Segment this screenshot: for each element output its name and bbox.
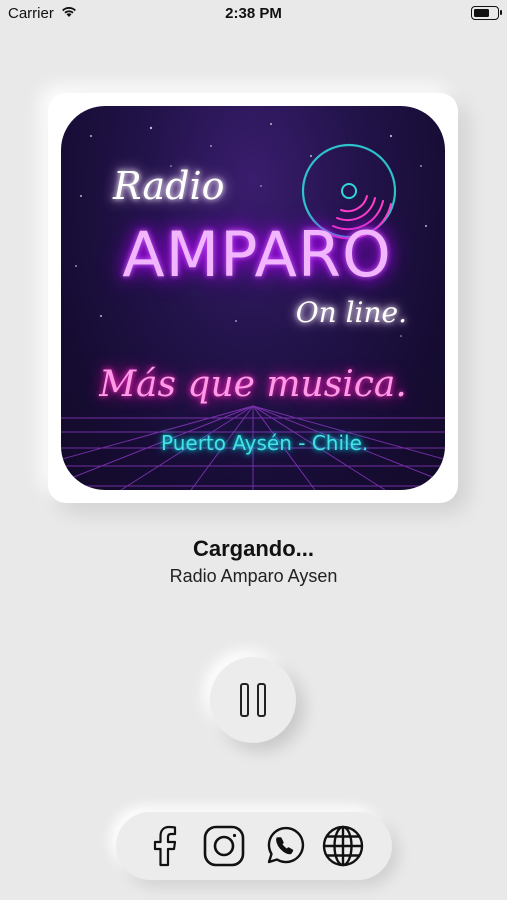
pause-button[interactable] [210,657,296,743]
logo-radio-text: Radio [113,164,225,208]
pause-bar-left [240,683,249,717]
website-button[interactable] [320,823,366,869]
artwork-card: Radio AMPARO On line. Más que musica. Pu… [48,93,458,503]
facebook-icon [153,825,176,867]
whatsapp-icon [267,826,304,864]
station-name: Radio Amparo Aysen [169,566,338,586]
whatsapp-button[interactable] [261,823,307,869]
logo-tagline: Más que musica. [99,364,407,405]
instagram-icon [203,825,245,867]
station-logo: Radio AMPARO On line. Más que musica. Pu… [61,106,445,490]
status-time: 2:38 PM [225,5,282,22]
logo-amparo-text: AMPARO [122,218,392,291]
logo-location: Puerto Aysén - Chile. [161,431,369,455]
globe-icon [323,825,364,867]
social-links-bar [116,812,392,880]
track-title: Cargando... [192,536,314,561]
pause-bar-right [257,683,266,717]
battery-fill [474,9,489,17]
battery-icon [471,6,502,20]
pause-icon [240,683,266,717]
facebook-button[interactable] [142,823,188,869]
logo-online-text: On line. [295,296,407,329]
instagram-button[interactable] [201,823,247,869]
status-bar: Carrier 2:38 PM [0,0,507,28]
